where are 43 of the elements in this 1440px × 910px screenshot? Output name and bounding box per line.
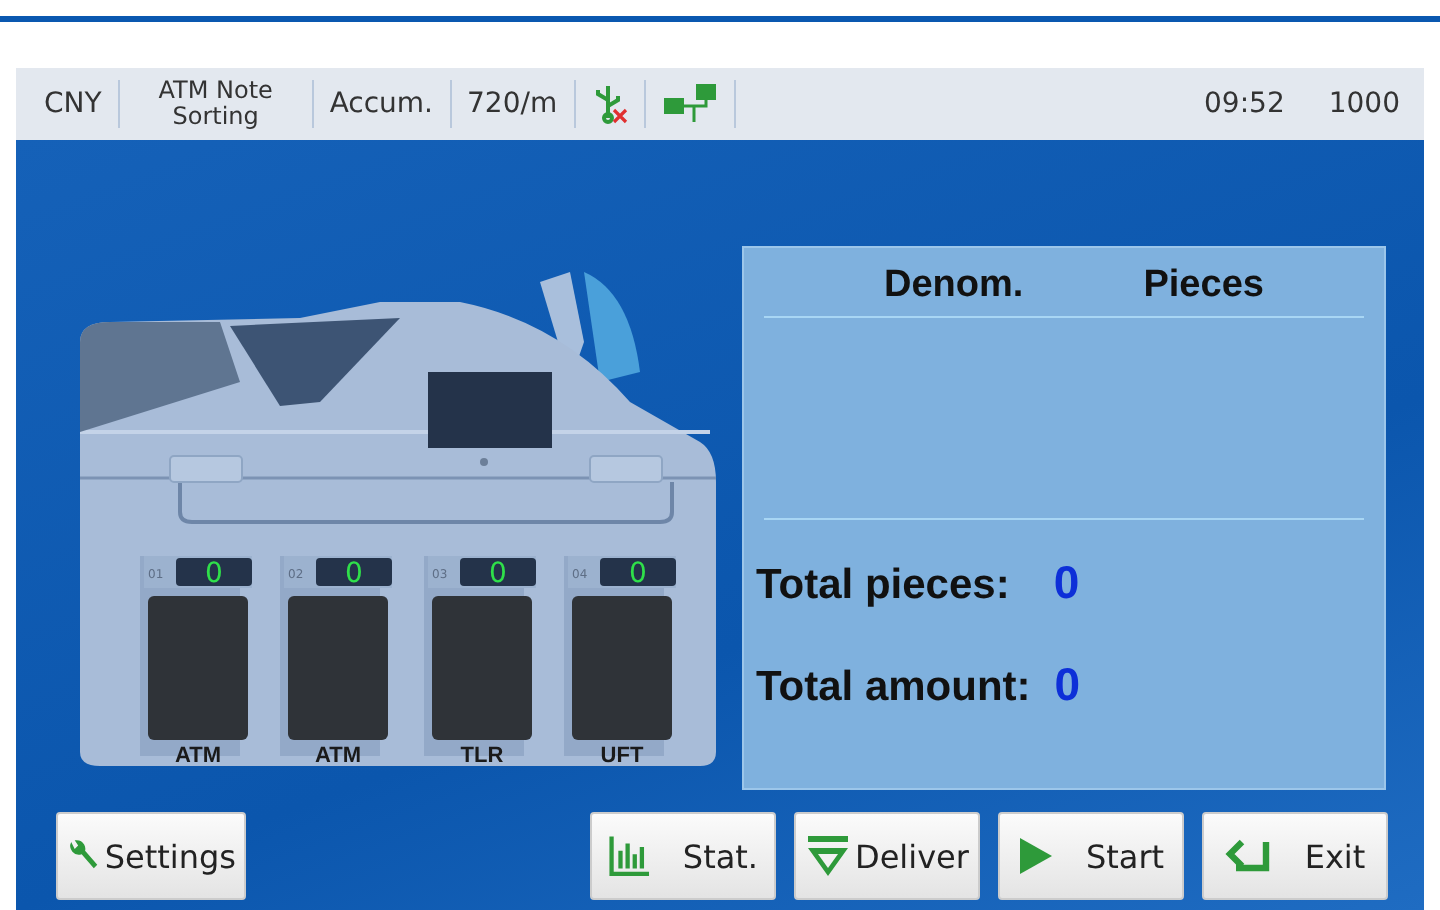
total-label: Total amount: bbox=[756, 664, 1031, 712]
pocket-label: UFT bbox=[600, 744, 644, 768]
batch-label: 1000 bbox=[1328, 88, 1400, 120]
pocket-count: 0 bbox=[205, 558, 223, 590]
pocket-slot bbox=[288, 596, 388, 740]
network-icon bbox=[661, 82, 718, 126]
down-arrow-icon bbox=[805, 834, 850, 878]
pocket-count: 0 bbox=[489, 558, 507, 590]
total-value: 0 bbox=[1054, 658, 1081, 712]
latch bbox=[169, 455, 243, 483]
latch bbox=[589, 455, 663, 483]
indicator-light bbox=[480, 458, 488, 466]
pocket-slot bbox=[572, 596, 672, 740]
pocket-count: 0 bbox=[629, 558, 647, 590]
deliver-button[interactable]: Deliver bbox=[794, 812, 980, 900]
speed-label: 720/m bbox=[467, 88, 558, 120]
pocket-label: ATM bbox=[175, 744, 221, 768]
pocket-counter bbox=[460, 558, 536, 586]
display-screen bbox=[428, 372, 552, 448]
pocket-label: TLR bbox=[460, 744, 504, 768]
bar-chart-icon bbox=[608, 832, 651, 880]
mode-label: ATM Note Sorting bbox=[156, 78, 275, 130]
exit-button[interactable]: Exit bbox=[1202, 812, 1388, 900]
pocket-slot bbox=[432, 596, 532, 740]
time-label: 09:52 bbox=[1204, 88, 1285, 120]
settings-button[interactable]: Settings bbox=[56, 812, 246, 900]
pocket-slot bbox=[148, 596, 248, 740]
total-label: Total pieces: bbox=[756, 562, 1010, 610]
pocket-counter bbox=[600, 558, 676, 586]
pocket-count: 0 bbox=[345, 558, 363, 590]
usb-disconnected-icon bbox=[591, 84, 628, 124]
column-header: Pieces bbox=[1143, 264, 1264, 308]
count-mode-label: Accum. bbox=[329, 88, 433, 120]
pocket-counter bbox=[176, 558, 252, 586]
return-arrow-icon bbox=[1224, 836, 1273, 876]
stats-button[interactable]: Stat. bbox=[590, 812, 776, 900]
column-header: Denom. bbox=[884, 264, 1024, 308]
pocket-counter bbox=[316, 558, 392, 586]
start-button[interactable]: Start bbox=[998, 812, 1184, 900]
currency-label: CNY bbox=[44, 88, 102, 120]
pocket-label: ATM bbox=[315, 744, 361, 768]
play-icon bbox=[1017, 836, 1054, 876]
total-value: 0 bbox=[1053, 556, 1080, 610]
